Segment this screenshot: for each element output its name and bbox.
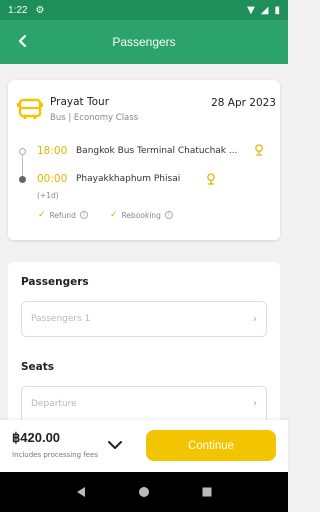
refund-feature: ✓ Refund i xyxy=(38,210,88,220)
status-icons: ▼ ◢ ▮ xyxy=(247,5,280,16)
settings-gear-icon: ⚙ xyxy=(35,4,45,16)
trip-date: 28 Apr 2023 xyxy=(211,97,276,109)
chevron-down-icon[interactable] xyxy=(106,438,124,452)
arrival-marker xyxy=(19,176,26,183)
rebooking-feature: ✓ Rebooking i xyxy=(110,210,173,220)
chevron-right-icon: › xyxy=(253,398,257,409)
total-price: ฿420.00 xyxy=(12,430,61,445)
status-bar: 1:22 ⚙ ▼ ◢ ▮ xyxy=(0,0,288,20)
departure-time: 18:00 xyxy=(37,145,68,157)
seat-field-placeholder: Departure xyxy=(31,398,77,409)
page-title: Passengers xyxy=(112,35,176,49)
departure-marker xyxy=(19,148,26,155)
check-icon: ✓ xyxy=(110,210,118,220)
back-arrow-icon xyxy=(18,34,27,48)
arrival-time: 00:00 xyxy=(37,173,68,185)
nav-recents-icon[interactable] xyxy=(199,484,215,500)
back-button[interactable] xyxy=(14,32,32,50)
info-icon[interactable]: i xyxy=(164,211,173,219)
passenger-1-field[interactable]: Passengers 1 › xyxy=(21,301,267,337)
chevron-right-icon: › xyxy=(253,313,257,325)
rebooking-label: Rebooking xyxy=(121,210,161,220)
arrival-station: Phayakkhaphum Phisai xyxy=(76,174,181,184)
trip-summary-card: Prayat Tour Bus | Economy Class 28 Apr 2… xyxy=(8,80,280,240)
wifi-icon: ▼ xyxy=(247,4,255,16)
passenger-field-placeholder: Passengers 1 xyxy=(31,314,91,324)
system-nav-bar xyxy=(0,472,288,512)
signal-icon: ◢ xyxy=(260,4,269,16)
day-offset: (+1d) xyxy=(37,191,59,200)
check-icon: ✓ xyxy=(38,210,46,220)
app-bar: Passengers xyxy=(0,20,288,64)
checkout-bar: ฿420.00 Includes processing fees Continu… xyxy=(0,420,288,472)
seats-section-title: Seats xyxy=(21,361,55,373)
battery-icon: ▮ xyxy=(274,4,280,16)
passengers-section-title: Passengers xyxy=(21,276,89,288)
status-time: 1:22 xyxy=(8,4,28,16)
booking-form: Passengers Passengers 1 › Seats Departur… xyxy=(8,262,280,420)
fees-note: Includes processing fees xyxy=(12,451,99,459)
departure-seat-field[interactable]: Departure › xyxy=(21,386,267,420)
location-pin-icon[interactable] xyxy=(254,144,264,156)
nav-back-icon[interactable] xyxy=(73,484,89,500)
refund-label: Refund xyxy=(49,210,76,220)
location-pin-icon[interactable] xyxy=(206,173,216,185)
bus-icon xyxy=(17,98,43,120)
bus-class: Bus | Economy Class xyxy=(50,113,139,123)
info-icon[interactable]: i xyxy=(79,211,88,219)
departure-station: Bangkok Bus Terminal Chatuchak ... xyxy=(76,146,238,156)
continue-button[interactable]: Continue xyxy=(146,430,276,461)
route-line xyxy=(22,155,23,177)
bus-operator: Prayat Tour xyxy=(50,96,110,108)
nav-home-icon[interactable] xyxy=(136,484,152,500)
